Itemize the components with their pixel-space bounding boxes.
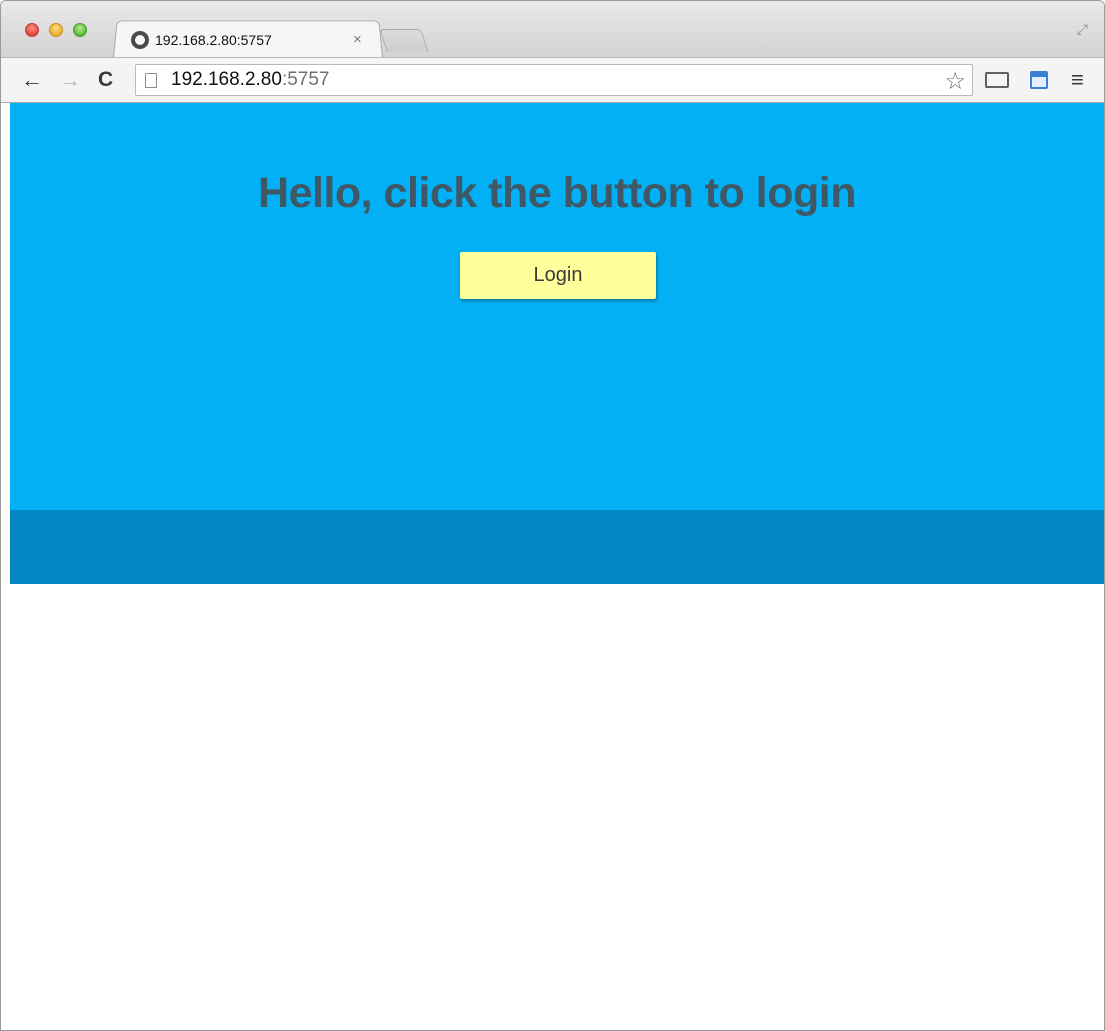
url-host: 192.168.2.80 [171,69,282,90]
browser-window: 192.168.2.80:5757 × ⤢ ← → C 192.168.2.80… [0,0,1105,1031]
cast-icon[interactable] [985,72,1009,88]
bookmark-star-icon[interactable]: ☆ [944,67,966,96]
tab-content[interactable]: 192.168.2.80:5757 [131,23,371,57]
hero-bottom-band [10,510,1104,584]
tab-close-icon[interactable]: × [353,31,362,48]
favicon-icon [131,31,149,49]
minimize-window-button[interactable] [49,23,63,37]
reload-icon[interactable]: C [98,67,113,93]
hero-section: Hello, click the button to login Login [10,103,1104,510]
fullscreen-icon[interactable]: ⤢ [1077,21,1088,38]
new-tab-button[interactable] [379,29,429,52]
page-title: Hello, click the button to login [258,169,856,217]
extension-icon[interactable] [1030,71,1048,89]
forward-icon[interactable]: → [59,67,81,93]
title-bar: 192.168.2.80:5757 × ⤢ [1,1,1104,58]
back-icon[interactable]: ← [21,67,43,93]
page-viewport: Hello, click the button to login Login [10,103,1104,1030]
menu-icon[interactable]: ≡ [1071,67,1084,93]
address-bar[interactable]: 192.168.2.80:5757 ☆ [135,64,973,96]
close-window-button[interactable] [25,23,39,37]
tab-title: 192.168.2.80:5757 [155,32,272,48]
page-icon [145,72,157,88]
url-port: :5757 [281,69,330,90]
login-button[interactable]: Login [460,252,656,299]
zoom-window-button[interactable] [73,23,87,37]
browser-toolbar: ← → C 192.168.2.80:5757 ☆ ≡ [1,57,1104,103]
